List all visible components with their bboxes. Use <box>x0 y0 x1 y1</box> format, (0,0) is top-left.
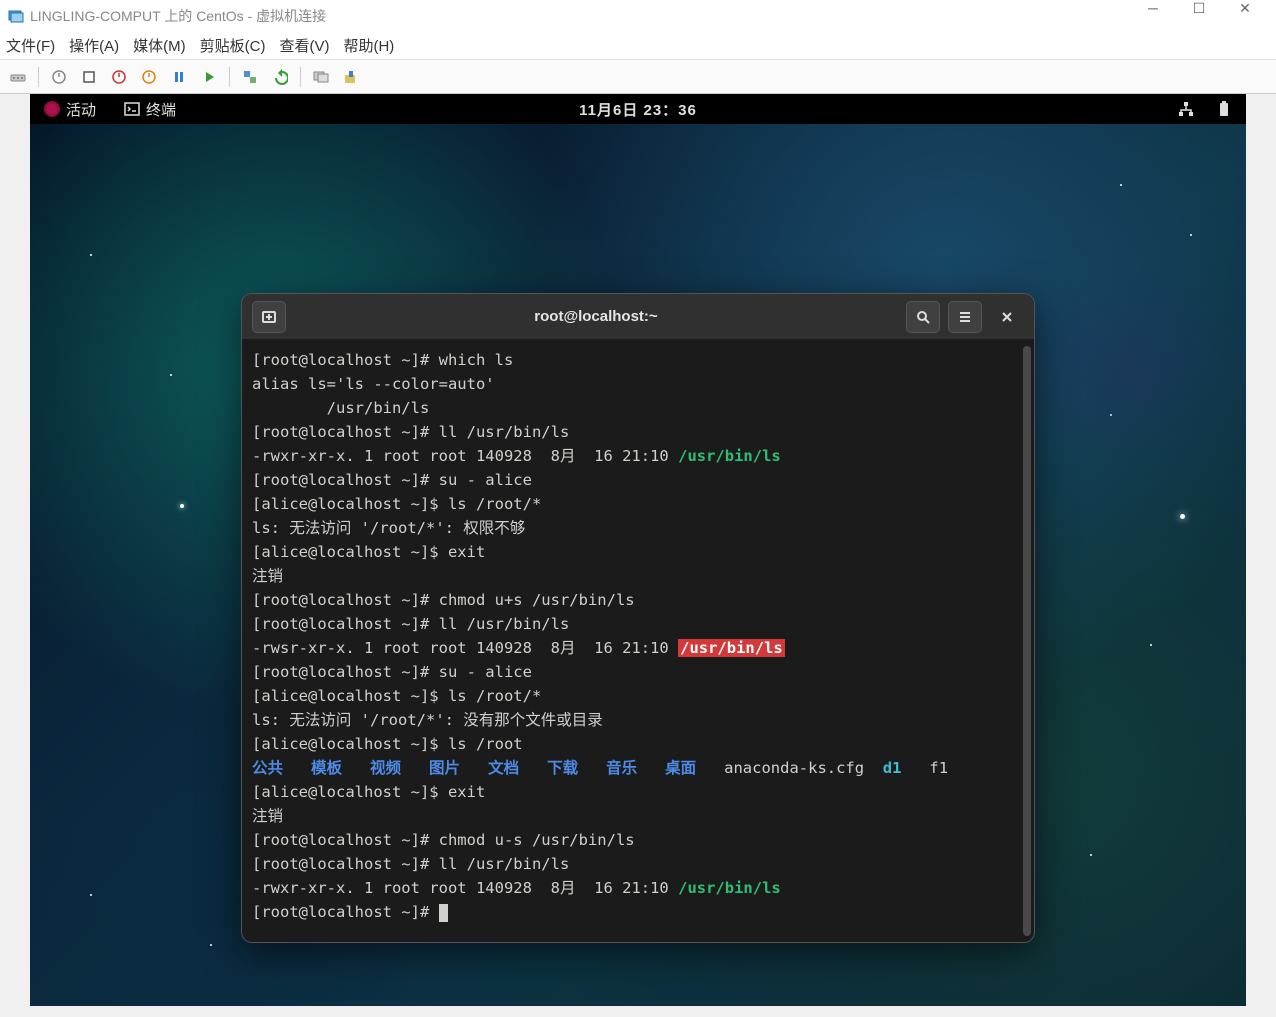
terminal-window[interactable]: root@localhost:~ [root@localhost ~]# whi… <box>242 294 1034 942</box>
terminal-header: root@localhost:~ <box>242 294 1034 340</box>
reset-button[interactable] <box>197 65 221 89</box>
app-menu-label: 终端 <box>146 99 176 120</box>
terminal-line: 公共 模板 视频 图片 文档 下载 音乐 桌面 anaconda-ks.cfg … <box>252 756 1024 780</box>
ctrl-alt-del-button[interactable] <box>6 65 30 89</box>
minimize-button[interactable]: ─ <box>1130 0 1176 32</box>
menu-view[interactable]: 查看(V) <box>279 35 329 56</box>
terminal-line: [root@localhost ~]# ll /usr/bin/ls <box>252 852 1024 876</box>
close-button[interactable]: ✕ <box>1222 0 1268 32</box>
system-tray[interactable] <box>1178 101 1232 117</box>
app-menu[interactable]: 终端 <box>124 99 176 120</box>
menu-media[interactable]: 媒体(M) <box>133 35 186 56</box>
gnome-logo-icon <box>44 101 60 117</box>
menu-help[interactable]: 帮助(H) <box>343 35 394 56</box>
scrollbar[interactable] <box>1023 346 1031 936</box>
terminal-line: [alice@localhost ~]$ exit <box>252 540 1024 564</box>
pause-button[interactable] <box>167 65 191 89</box>
terminal-line: 注销 <box>252 564 1024 588</box>
clock[interactable]: 11月6日 23：36 <box>579 99 697 120</box>
host-titlebar: LINGLING-COMPUT 上的 CentOs - 虚拟机连接 ─ ☐ ✕ <box>0 0 1276 32</box>
terminal-line: 注销 <box>252 804 1024 828</box>
activities-button[interactable]: 活动 <box>44 99 96 120</box>
host-window-title: LINGLING-COMPUT 上的 CentOs - 虚拟机连接 <box>30 6 1130 26</box>
terminal-title: root@localhost:~ <box>294 308 898 325</box>
search-button[interactable] <box>906 301 940 333</box>
terminal-body[interactable]: [root@localhost ~]# which lsalias ls='ls… <box>242 340 1034 942</box>
menu-action[interactable]: 操作(A) <box>69 35 119 56</box>
checkpoint-button[interactable] <box>238 65 262 89</box>
maximize-button[interactable]: ☐ <box>1176 0 1222 32</box>
hyperv-icon <box>8 8 24 24</box>
terminal-line: [root@localhost ~]# ll /usr/bin/ls <box>252 420 1024 444</box>
menu-button[interactable] <box>948 301 982 333</box>
terminal-line: [root@localhost ~]# which ls <box>252 348 1024 372</box>
host-toolbar <box>0 60 1276 94</box>
gnome-topbar: 活动 终端 11月6日 23：36 <box>30 94 1246 124</box>
terminal-line: [alice@localhost ~]$ ls /root/* <box>252 684 1024 708</box>
terminal-line: [alice@localhost ~]$ ls /root/* <box>252 492 1024 516</box>
terminal-line: [root@localhost ~]# ll /usr/bin/ls <box>252 612 1024 636</box>
terminal-line: /usr/bin/ls <box>252 396 1024 420</box>
terminal-icon <box>124 101 140 117</box>
menu-file[interactable]: 文件(F) <box>6 35 55 56</box>
revert-button[interactable] <box>268 65 292 89</box>
terminal-line: -rwxr-xr-x. 1 root root 140928 8月 16 21:… <box>252 876 1024 900</box>
terminal-line: [root@localhost ~]# su - alice <box>252 468 1024 492</box>
shutdown-button[interactable] <box>107 65 131 89</box>
terminal-line: [alice@localhost ~]$ ls /root <box>252 732 1024 756</box>
terminal-line: [alice@localhost ~]$ exit <box>252 780 1024 804</box>
turnoff-button[interactable] <box>77 65 101 89</box>
terminal-line: [root@localhost ~]# su - alice <box>252 660 1024 684</box>
terminal-line: ls: 无法访问 '/root/*': 权限不够 <box>252 516 1024 540</box>
terminal-line: [root@localhost ~]# chmod u+s /usr/bin/l… <box>252 588 1024 612</box>
terminal-line: [root@localhost ~]# chmod u-s /usr/bin/l… <box>252 828 1024 852</box>
terminal-close-button[interactable] <box>990 301 1024 333</box>
battery-icon <box>1216 101 1232 117</box>
host-menubar: 文件(F) 操作(A) 媒体(M) 剪贴板(C) 查看(V) 帮助(H) <box>0 32 1276 60</box>
vm-screen[interactable]: 活动 终端 11月6日 23：36 root@localhost:~ <box>30 94 1246 1006</box>
activities-label: 活动 <box>66 99 96 120</box>
enhanced-session-button[interactable] <box>309 65 333 89</box>
share-button[interactable] <box>339 65 363 89</box>
menu-clipboard[interactable]: 剪贴板(C) <box>200 35 266 56</box>
terminal-line: alias ls='ls --color=auto' <box>252 372 1024 396</box>
start-button[interactable] <box>47 65 71 89</box>
terminal-line: ls: 无法访问 '/root/*': 没有那个文件或目录 <box>252 708 1024 732</box>
save-button[interactable] <box>137 65 161 89</box>
new-tab-button[interactable] <box>252 301 286 333</box>
network-icon <box>1178 101 1194 117</box>
terminal-line: -rwsr-xr-x. 1 root root 140928 8月 16 21:… <box>252 636 1024 660</box>
cursor <box>439 904 448 922</box>
terminal-line: -rwxr-xr-x. 1 root root 140928 8月 16 21:… <box>252 444 1024 468</box>
terminal-line: [root@localhost ~]# <box>252 900 1024 924</box>
